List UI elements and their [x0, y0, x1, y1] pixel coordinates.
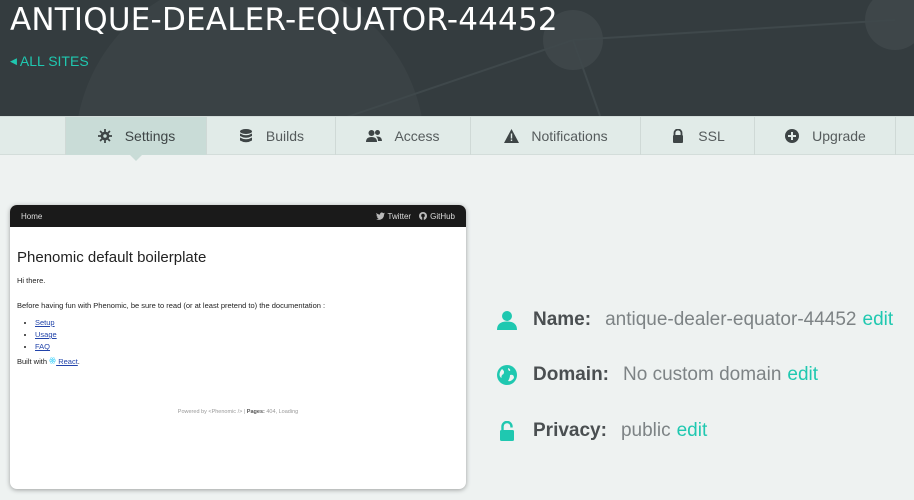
name-edit-link[interactable]: edit	[863, 309, 894, 331]
name-label: Name:	[533, 309, 592, 330]
warning-icon	[503, 128, 519, 144]
tab-ssl[interactable]: SSL	[640, 117, 754, 155]
preview-greeting: Hi there.	[17, 276, 46, 285]
preview-link-usage: Usage	[35, 330, 57, 339]
footer-loading: , Loading	[275, 409, 299, 415]
footer-powered-by: Powered by <Phenomic /> |	[177, 409, 246, 415]
name-row: Name: antique-dealer-equator-44452 edit	[496, 309, 893, 331]
twitter-icon	[375, 212, 385, 220]
tab-notifications[interactable]: Notifications	[470, 117, 640, 155]
domain-edit-link[interactable]: edit	[787, 364, 818, 386]
list-item: Usage	[35, 330, 459, 339]
tab-access-label: Access	[394, 128, 440, 144]
built-with-prefix: Built with	[17, 357, 48, 366]
preview-link-faq: FAQ	[35, 342, 51, 351]
privacy-edit-link[interactable]: edit	[677, 420, 708, 442]
preview-nav-github: GitHub	[430, 211, 455, 221]
built-with-link: React	[56, 357, 78, 366]
built-with-suffix: .	[77, 357, 80, 366]
footer-pages-value: 404	[266, 409, 276, 415]
domain-row: Domain: No custom domain edit	[496, 364, 818, 386]
tab-settings[interactable]: Settings	[65, 117, 206, 161]
unlock-icon	[496, 420, 518, 442]
name-value: antique-dealer-equator-44452	[605, 309, 857, 330]
preview-title: Phenomic default boilerplate	[17, 249, 207, 266]
privacy-label: Privacy:	[533, 420, 607, 441]
preview-navbar: Home Twitter GitHub	[10, 205, 466, 227]
privacy-value: public	[620, 420, 671, 441]
tab-notifications-label: Notifications	[531, 128, 608, 144]
preview-link-setup: Setup	[35, 318, 55, 327]
tab-builds[interactable]: Builds	[206, 117, 335, 155]
all-sites-link[interactable]: ◀ ALL SITES	[10, 53, 89, 69]
privacy-row: Privacy: public edit	[496, 420, 707, 442]
site-tabs: Settings Builds Access Notifications SSL…	[0, 116, 914, 161]
preview-built-with: Built with React.	[17, 357, 459, 366]
list-item: Setup	[35, 318, 459, 327]
preview-nav-twitter: Twitter	[387, 211, 412, 221]
lock-icon	[670, 128, 686, 144]
list-item: FAQ	[35, 342, 459, 351]
tab-settings-label: Settings	[124, 128, 176, 144]
globe-icon	[496, 364, 518, 386]
tab-ssl-label: SSL	[698, 128, 725, 144]
users-icon	[366, 128, 383, 144]
site-title: ANTIQUE-DEALER-EQUATOR-44452	[10, 2, 558, 38]
preview-content: Phenomic default boilerplate Hi there. B…	[10, 249, 466, 366]
preview-nav-home: Home	[21, 211, 43, 221]
tab-builds-label: Builds	[265, 128, 305, 144]
preview-doc-links: Setup Usage FAQ	[17, 318, 459, 351]
tab-upgrade-label: Upgrade	[812, 128, 866, 144]
github-icon	[419, 212, 428, 220]
database-icon	[238, 128, 254, 144]
domain-label: Domain:	[533, 364, 609, 385]
footer-pages-label: Pages:	[246, 409, 265, 415]
site-header: ANTIQUE-DEALER-EQUATOR-44452 ◀ ALL SITES	[0, 0, 914, 116]
plus-circle-icon	[784, 128, 800, 144]
preview-intro: Before having fun with Phenomic, be sure…	[17, 301, 326, 310]
preview-footer: Powered by <Phenomic /> | Pages: 404, Lo…	[10, 409, 466, 415]
site-preview[interactable]: Home Twitter GitHub Phenomic default boi…	[10, 205, 466, 489]
caret-left-icon: ◀	[10, 55, 17, 66]
gear-icon	[97, 128, 113, 144]
user-icon	[496, 309, 518, 331]
domain-value: No custom domain	[623, 364, 782, 385]
all-sites-label: ALL SITES	[19, 53, 89, 69]
tab-upgrade[interactable]: Upgrade	[754, 117, 896, 155]
tab-access[interactable]: Access	[335, 117, 470, 155]
